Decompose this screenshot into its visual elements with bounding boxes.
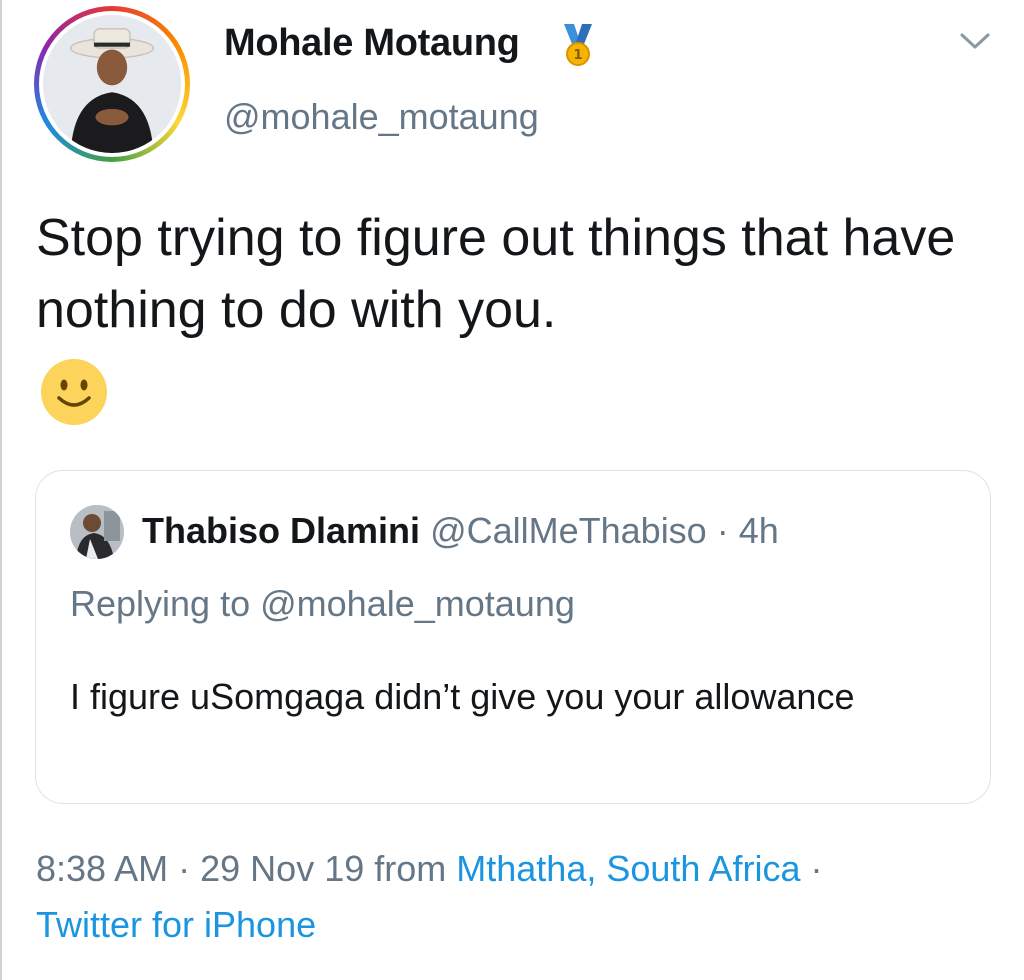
tweet-metadata: 8:38 AM · 29 Nov 19 from Mthatha, South …: [36, 842, 822, 896]
quoted-author-avatar[interactable]: [70, 505, 124, 559]
location-link[interactable]: Mthatha, South Africa: [456, 848, 800, 889]
from-label: from: [374, 848, 447, 889]
tweet-source-line: Twitter for iPhone: [36, 898, 316, 952]
tweet-text: Stop trying to figure out things that ha…: [36, 209, 956, 339]
gold-medal-icon: 1: [564, 24, 592, 66]
avatar-border: [39, 11, 185, 157]
separator-dot: ·: [178, 848, 191, 889]
quoted-author-handle[interactable]: @CallMeThabiso: [430, 510, 707, 551]
quoted-author-name[interactable]: Thabiso Dlamini: [142, 510, 420, 551]
tweet-date: 29 Nov 19: [200, 848, 365, 889]
source-link[interactable]: Twitter for iPhone: [36, 904, 316, 945]
tweet-time: 8:38 AM: [36, 848, 169, 889]
separator-dot: ·: [810, 848, 823, 889]
replying-to-handle[interactable]: @mohale_motaung: [260, 583, 575, 624]
author-avatar[interactable]: [34, 6, 190, 162]
slightly-smiling-face-emoji: [41, 359, 107, 425]
replying-to-prefix: Replying to: [70, 583, 251, 624]
quoted-tweet-card[interactable]: Thabiso Dlamini @CallMeThabiso · 4h Repl…: [35, 470, 991, 804]
avatar-photo: [43, 15, 181, 153]
author-name[interactable]: Mohale Motaung: [224, 22, 520, 65]
replying-to-line: Replying to @mohale_motaung: [70, 583, 575, 625]
quoted-tweet-header: Thabiso Dlamini @CallMeThabiso · 4h: [142, 505, 779, 557]
chevron-down-icon[interactable]: [958, 30, 992, 52]
frame-edge: [0, 0, 2, 980]
quoted-tweet-time: 4h: [738, 510, 779, 551]
separator-dot: ·: [716, 510, 729, 551]
svg-text:1: 1: [573, 48, 582, 63]
author-handle[interactable]: @mohale_motaung: [224, 96, 539, 138]
quoted-tweet-text: I figure uSomgaga didn’t give you your a…: [70, 676, 855, 717]
